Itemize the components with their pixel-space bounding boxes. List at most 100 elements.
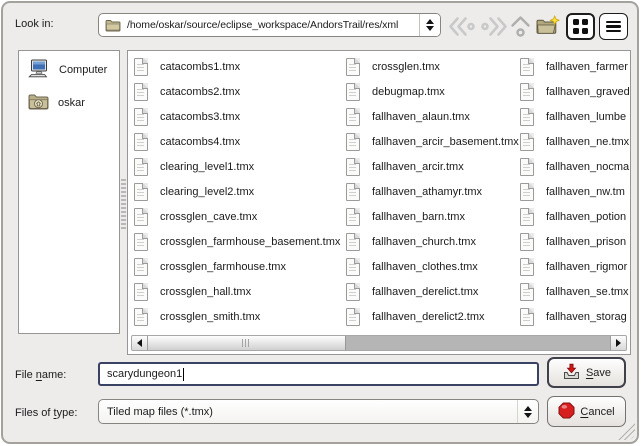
list-view-button[interactable] — [599, 13, 628, 40]
file-name-label: fallhaven_derelict.tmx — [372, 286, 478, 298]
cancel-button-label: Cancel — [580, 406, 614, 418]
file-item[interactable]: crossglen.tmx — [346, 54, 520, 79]
file-name-input[interactable]: scarydungeon1 — [98, 362, 539, 386]
path-combo-spinner[interactable] — [419, 14, 440, 36]
file-type-combobox[interactable]: Tiled map files (*.tmx) — [98, 399, 539, 424]
file-name-label: fallhaven_athamyr.tmx — [372, 186, 482, 198]
file-item[interactable]: fallhaven_church.tmx — [346, 229, 520, 254]
file-item[interactable]: clearing_level1.tmx — [134, 154, 346, 179]
new-folder-icon[interactable] — [535, 15, 561, 37]
file-item[interactable]: fallhaven_nocma — [520, 154, 631, 179]
file-item[interactable]: clearing_level2.tmx — [134, 179, 346, 204]
file-name-label: crossglen_cave.tmx — [160, 211, 257, 223]
type-combo-spinner[interactable] — [517, 400, 538, 423]
file-icon — [520, 233, 534, 251]
list-view-icon — [606, 21, 621, 33]
file-item[interactable]: fallhaven_se.tmx — [520, 279, 631, 304]
file-item[interactable]: catacombs1.tmx — [134, 54, 346, 79]
file-item[interactable]: fallhaven_farmer — [520, 54, 631, 79]
file-icon — [134, 83, 148, 101]
file-name-label: fallhaven_rigmor — [546, 261, 627, 273]
file-item[interactable]: fallhaven_potion — [520, 204, 631, 229]
file-name-label: clearing_level2.tmx — [160, 186, 254, 198]
file-name-label: fallhaven_alaun.tmx — [372, 111, 470, 123]
file-item[interactable]: fallhaven_lumbe — [520, 104, 631, 129]
file-name-label: fallhaven_derelict2.tmx — [372, 311, 485, 323]
left-arrow-icon — [137, 339, 142, 347]
file-name-label: fallhaven_farmer — [546, 61, 628, 73]
file-item[interactable]: catacombs3.tmx — [134, 104, 346, 129]
file-item[interactable]: fallhaven_athamyr.tmx — [346, 179, 520, 204]
grid-view-icon — [573, 19, 588, 34]
save-file-dialog: Look in: /home/oskar/source/eclipse_work… — [1, 1, 639, 444]
file-item[interactable]: fallhaven_storag — [520, 304, 631, 329]
file-icon — [346, 308, 360, 326]
spinner-up-icon — [524, 406, 532, 411]
sidebar-item-computer[interactable]: Computer — [19, 53, 119, 86]
file-icon — [520, 283, 534, 301]
file-name-label: fallhaven_ne.tmx — [546, 136, 629, 148]
path-combobox[interactable]: /home/oskar/source/eclipse_workspace/And… — [98, 13, 441, 37]
file-item[interactable]: fallhaven_prison — [520, 229, 631, 254]
scroll-right-button[interactable] — [610, 336, 626, 350]
file-item[interactable]: crossglen_farmhouse.tmx — [134, 254, 346, 279]
file-icon — [520, 158, 534, 176]
file-item[interactable]: crossglen_cave.tmx — [134, 204, 346, 229]
scroll-left-button[interactable] — [132, 336, 148, 350]
file-item[interactable]: fallhaven_arcir.tmx — [346, 154, 520, 179]
file-item[interactable]: fallhaven_rigmor — [520, 254, 631, 279]
file-name-label: crossglen_farmhouse.tmx — [160, 261, 286, 273]
file-column: fallhaven_farmer fallhaven_graved fallhave… — [520, 54, 631, 329]
scrollbar-track[interactable] — [148, 336, 610, 350]
save-icon — [562, 363, 581, 383]
spinner-down-icon — [524, 413, 532, 418]
file-list-panel: catacombs1.tmxcatacombs2.tmx catacombs3.t… — [127, 50, 631, 355]
forward-icon[interactable] — [480, 16, 509, 37]
cancel-button[interactable]: Cancel — [547, 396, 626, 427]
files-of-type-label: Files of type: — [15, 407, 77, 419]
back-icon[interactable] — [447, 16, 476, 37]
file-item[interactable]: fallhaven_graved — [520, 79, 631, 104]
file-name-label: catacombs3.tmx — [160, 111, 240, 123]
computer-icon — [28, 59, 50, 81]
file-item[interactable]: fallhaven_ne.tmx — [520, 129, 631, 154]
horizontal-scrollbar[interactable] — [131, 335, 627, 351]
file-icon — [520, 58, 534, 76]
file-item[interactable]: fallhaven_arcir_basement.tmx — [346, 129, 520, 154]
file-icon — [134, 158, 148, 176]
file-item[interactable]: fallhaven_alaun.tmx — [346, 104, 520, 129]
splitter-handle[interactable] — [121, 179, 126, 231]
file-item[interactable]: fallhaven_nw.tm — [520, 179, 631, 204]
file-item[interactable]: catacombs4.tmx — [134, 129, 346, 154]
save-button-label: Save — [586, 367, 611, 379]
file-item[interactable]: crossglen_farmhouse_basement.tmx — [134, 229, 346, 254]
up-folder-icon[interactable] — [508, 14, 533, 39]
file-item[interactable]: fallhaven_derelict.tmx — [346, 279, 520, 304]
file-icon — [134, 308, 148, 326]
file-name-label: fallhaven_nw.tm — [546, 186, 625, 198]
scrollbar-thumb[interactable] — [148, 336, 346, 350]
save-button[interactable]: Save — [547, 357, 626, 388]
file-icon — [134, 258, 148, 276]
file-item[interactable]: crossglen_hall.tmx — [134, 279, 346, 304]
file-item[interactable]: catacombs2.tmx — [134, 79, 346, 104]
file-icon — [520, 208, 534, 226]
file-icon — [134, 108, 148, 126]
file-icon — [134, 183, 148, 201]
file-name-label: fallhaven_graved — [546, 86, 630, 98]
file-icon — [346, 283, 360, 301]
file-item[interactable]: fallhaven_derelict2.tmx — [346, 304, 520, 329]
file-item[interactable]: debugmap.tmx — [346, 79, 520, 104]
file-item[interactable]: fallhaven_barn.tmx — [346, 204, 520, 229]
file-name-label: catacombs4.tmx — [160, 136, 240, 148]
file-item[interactable]: fallhaven_clothes.tmx — [346, 254, 520, 279]
grid-view-button[interactable] — [566, 13, 595, 40]
spinner-down-icon — [426, 26, 434, 31]
spinner-up-icon — [426, 19, 434, 24]
file-item[interactable]: crossglen_smith.tmx — [134, 304, 346, 329]
file-icon — [134, 58, 148, 76]
file-name-label: fallhaven_arcir_basement.tmx — [372, 136, 519, 148]
sidebar-item-oskar[interactable]: oskar — [19, 86, 119, 119]
file-name-label: File name: — [15, 369, 66, 381]
file-icon — [346, 258, 360, 276]
